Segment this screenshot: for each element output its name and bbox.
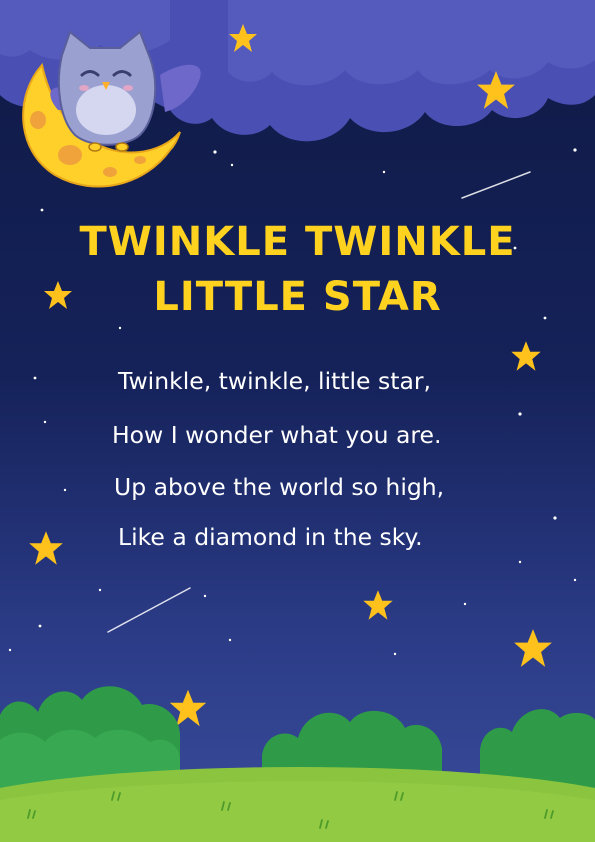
verse-line-1: Twinkle, twinkle, little star, xyxy=(118,367,431,395)
grass-hill xyxy=(0,767,595,842)
title-line-1: TWINKLE TWINKLE xyxy=(79,219,516,265)
title-line-2: LITTLE STAR xyxy=(153,274,442,320)
poster: TWINKLE TWINKLE LITTLE STAR Twinkle, twi… xyxy=(0,0,595,842)
verse-line-3: Up above the world so high, xyxy=(114,473,445,501)
verse-line-2: How I wonder what you are. xyxy=(112,421,442,449)
verse-line-4: Like a diamond in the sky. xyxy=(118,523,423,551)
